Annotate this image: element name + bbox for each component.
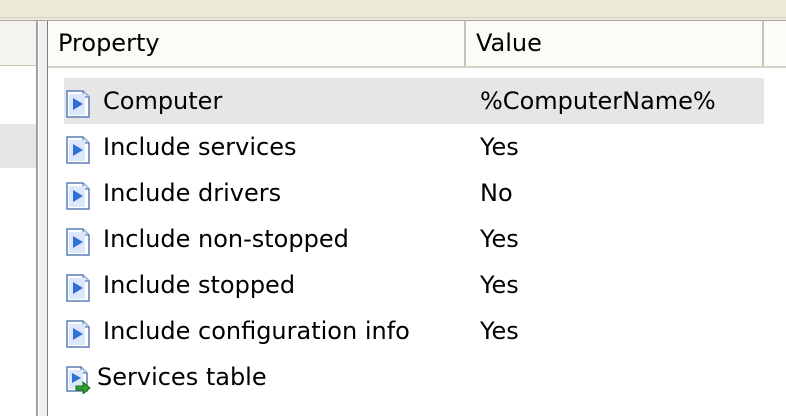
property-value: Yes — [480, 225, 519, 253]
list-item[interactable]: Include configuration info Yes — [48, 308, 786, 354]
property-list: Property Value Computer %ComputerName% I… — [48, 21, 786, 416]
tree-pane — [0, 21, 38, 416]
property-page-icon — [65, 179, 91, 210]
property-name: Services table — [97, 363, 267, 391]
list-item[interactable]: Include services Yes — [48, 124, 786, 170]
property-page-icon — [65, 317, 91, 348]
column-header-property[interactable]: Property — [48, 21, 466, 66]
table-output-icon — [65, 363, 91, 396]
property-page-icon — [65, 225, 91, 256]
top-toolbar-strip — [0, 0, 786, 21]
property-name: Include non-stopped — [103, 225, 349, 253]
list-item[interactable]: Include non-stopped Yes — [48, 216, 786, 262]
list-rows: Computer %ComputerName% Include services… — [48, 78, 786, 400]
property-page-icon — [65, 133, 91, 164]
list-item[interactable]: Include stopped Yes — [48, 262, 786, 308]
column-header-value[interactable]: Value — [466, 21, 764, 66]
column-header-filler — [764, 21, 786, 66]
tree-pane-header — [0, 21, 36, 66]
property-name: Include drivers — [103, 179, 282, 207]
property-value: Yes — [480, 133, 519, 161]
list-item[interactable]: Services table — [48, 354, 786, 400]
property-page-icon — [65, 271, 91, 302]
list-header: Property Value — [48, 21, 786, 68]
property-value: Yes — [480, 271, 519, 299]
list-item[interactable]: Include drivers No — [48, 170, 786, 216]
property-page-icon — [65, 87, 91, 118]
property-value: Yes — [480, 317, 519, 345]
tree-selected-item[interactable] — [0, 124, 36, 168]
property-value: No — [480, 179, 513, 207]
property-name: Include services — [103, 133, 297, 161]
property-name: Include stopped — [103, 271, 296, 299]
property-name: Computer — [103, 78, 223, 124]
property-value: %ComputerName% — [480, 78, 716, 124]
list-item[interactable]: Computer %ComputerName% — [48, 78, 786, 124]
property-name: Include configuration info — [103, 317, 410, 345]
